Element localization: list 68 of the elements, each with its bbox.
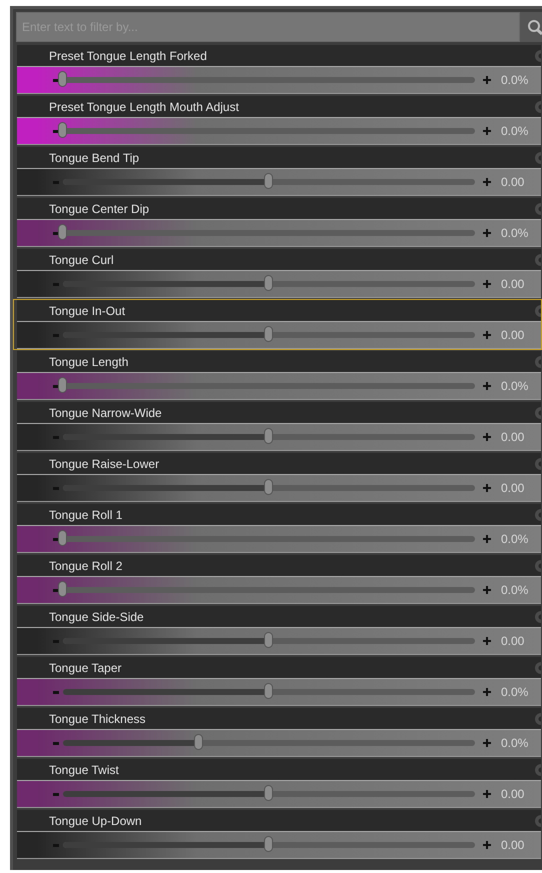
property-row[interactable]: Tongue Twist 0.00: [16, 758, 542, 809]
plus-icon[interactable]: [483, 790, 491, 798]
property-label: Tongue Bend Tip: [49, 150, 140, 164]
minus-icon[interactable]: [53, 792, 59, 796]
property-label: Tongue Length: [49, 354, 128, 368]
plus-icon[interactable]: [483, 331, 491, 339]
slider-thumb[interactable]: [264, 836, 273, 852]
property-row[interactable]: Tongue Curl 0.00: [16, 248, 542, 299]
property-label: Tongue Center Dip: [49, 202, 150, 216]
property-label: Tongue Side-Side: [49, 610, 144, 624]
slider-thumb[interactable]: [58, 224, 67, 240]
slider-thumb[interactable]: [264, 326, 273, 342]
slider-thumb[interactable]: [58, 377, 67, 393]
plus-icon[interactable]: [483, 586, 491, 594]
property-row[interactable]: Tongue Raise-Lower 0.00: [16, 452, 542, 503]
property-label: Preset Tongue Length Mouth Adjust: [49, 100, 239, 114]
property-label: Tongue Taper: [49, 660, 122, 674]
plus-icon[interactable]: [483, 229, 491, 237]
slider-thumb[interactable]: [264, 428, 273, 444]
property-row[interactable]: Tongue Side-Side 0.00: [16, 605, 542, 656]
slider-thumb[interactable]: [194, 734, 203, 750]
property-label: Tongue Roll 2: [49, 558, 122, 572]
property-label: Tongue Thickness: [49, 712, 146, 726]
property-label: Tongue Roll 1: [49, 508, 122, 522]
plus-icon[interactable]: [483, 841, 491, 849]
slider-thumb[interactable]: [264, 785, 273, 801]
property-label: Tongue Narrow-Wide: [49, 406, 162, 420]
slider-thumb[interactable]: [264, 173, 273, 189]
plus-icon[interactable]: [483, 382, 491, 390]
property-label: Tongue In-Out: [49, 304, 126, 318]
property-label: Tongue Curl: [49, 252, 114, 266]
slider-thumb[interactable]: [264, 683, 273, 699]
minus-icon[interactable]: [53, 742, 59, 744]
plus-icon[interactable]: [483, 433, 491, 441]
property-row[interactable]: Tongue Narrow-Wide 0.00: [16, 401, 542, 452]
property-label: Tongue Up-Down: [49, 814, 142, 828]
slider-thumb[interactable]: [264, 479, 273, 495]
property-row[interactable]: Tongue Roll 2 0.0%: [16, 554, 542, 605]
slider-thumb[interactable]: [58, 71, 67, 87]
plus-icon[interactable]: [483, 76, 491, 84]
property-row[interactable]: Tongue Thickness 0.0%: [16, 707, 542, 758]
property-row[interactable]: Tongue Length 0.0%: [16, 350, 542, 401]
slider-thumb[interactable]: [58, 581, 67, 597]
property-row[interactable]: Tongue Up-Down 0.00: [16, 809, 542, 860]
property-row[interactable]: Preset Tongue Length Forked 0.0%: [16, 44, 542, 95]
plus-icon[interactable]: [483, 127, 491, 135]
minus-icon[interactable]: [53, 690, 59, 694]
property-row[interactable]: Tongue Bend Tip 0.00: [16, 146, 542, 197]
property-label: Preset Tongue Length Forked: [49, 48, 207, 62]
plus-icon[interactable]: [483, 637, 491, 645]
property-row[interactable]: Tongue Center Dip 0.0%: [16, 197, 542, 248]
property-label: Tongue Raise-Lower: [49, 456, 160, 470]
search-icon[interactable]: [526, 19, 542, 35]
slider-thumb[interactable]: [264, 632, 273, 648]
property-label: Tongue Twist: [49, 762, 119, 776]
property-row[interactable]: Tongue In-Out 0.00: [13, 299, 542, 350]
slider-thumb[interactable]: [58, 122, 67, 138]
plus-icon[interactable]: [483, 484, 491, 492]
slider-thumb[interactable]: [264, 275, 273, 291]
slider-thumb[interactable]: [58, 530, 67, 546]
property-row[interactable]: Tongue Taper 0.0%: [16, 656, 542, 707]
plus-icon[interactable]: [483, 535, 491, 543]
plus-icon[interactable]: [483, 280, 491, 288]
property-row[interactable]: Preset Tongue Length Mouth Adjust 0.0%: [16, 95, 542, 146]
plus-icon[interactable]: [483, 688, 491, 696]
plus-icon[interactable]: [483, 178, 491, 186]
property-row[interactable]: Tongue Roll 1 0.0%: [16, 503, 542, 554]
plus-icon[interactable]: [483, 739, 491, 747]
